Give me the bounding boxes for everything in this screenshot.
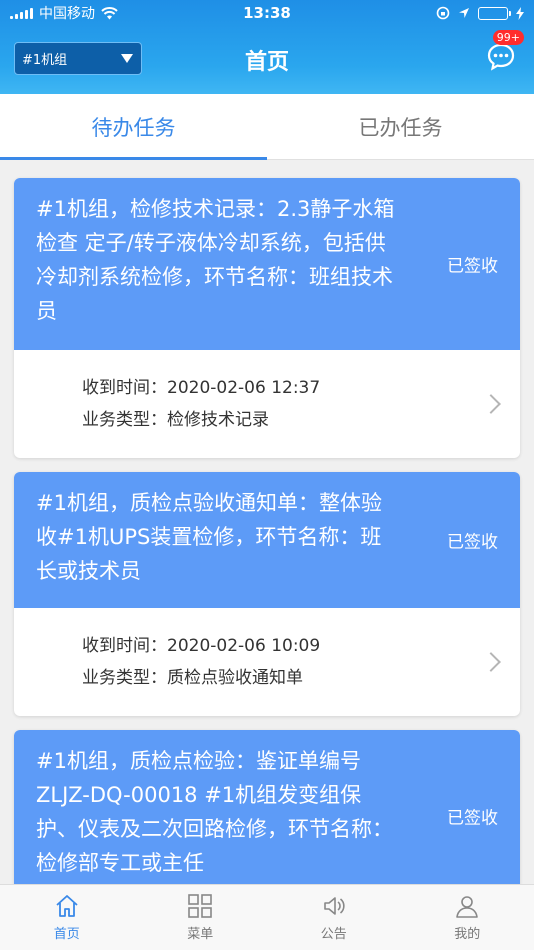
task-card-header: #1机组，质检点检验：鉴证单编号 ZLJZ-DQ-00018 #1机组发变组保护… [14, 730, 520, 884]
message-badge: 99+ [492, 30, 524, 45]
task-card-body: 收到时间：2020-02-06 12:37 业务类型：检修技术记录 [14, 350, 520, 458]
header: #1机组 首页 99+ [0, 26, 534, 94]
business-type-label: 业务类型： [82, 668, 167, 688]
bottom-tab-bar: 首页 菜单 公告 我的 [0, 884, 534, 950]
task-card-body: 收到时间：2020-02-06 10:09 业务类型：质检点验收通知单 [14, 608, 520, 716]
status-bar: 中国移动 13:38 [0, 0, 534, 26]
tabbar-announcement[interactable]: 公告 [267, 885, 401, 950]
task-card[interactable]: #1机组，质检点检验：鉴证单编号 ZLJZ-DQ-00018 #1机组发变组保护… [14, 730, 520, 884]
business-type-row: 业务类型：质检点验收通知单 [82, 662, 520, 694]
task-title: #1机组，质检点验收通知单：整体验收#1机UPS装置检修，环节名称：班长或技术员 [36, 491, 382, 583]
signal-icon [10, 7, 33, 19]
user-icon [456, 896, 479, 918]
grid-menu-icon [188, 894, 213, 918]
home-icon [56, 895, 78, 917]
top-bar: 中国移动 13:38 #1机组 首页 99+ [0, 0, 534, 94]
received-time-label: 收到时间： [82, 378, 167, 398]
tabbar-menu[interactable]: 菜单 [134, 885, 268, 950]
task-tabs: 待办任务 已办任务 [0, 94, 534, 160]
task-card[interactable]: #1机组，质检点验收通知单：整体验收#1机UPS装置检修，环节名称：班长或技术员… [14, 472, 520, 716]
task-card-header: #1机组，检修技术记录：2.3静子水箱检查 定子/转子液体冷却系统，包括供冷却剂… [14, 178, 520, 350]
task-title: #1机组，检修技术记录：2.3静子水箱检查 定子/转子液体冷却系统，包括供冷却剂… [36, 197, 395, 323]
battery-icon [478, 6, 511, 20]
task-title: #1机组，质检点检验：鉴证单编号 ZLJZ-DQ-00018 #1机组发变组保护… [36, 749, 393, 875]
task-status: 已签收 [447, 532, 498, 553]
business-type-value: 检修技术记录 [167, 410, 269, 430]
task-status: 已签收 [447, 808, 498, 829]
task-status: 已签收 [447, 256, 498, 277]
task-card[interactable]: #1机组，检修技术记录：2.3静子水箱检查 定子/转子液体冷却系统，包括供冷却剂… [14, 178, 520, 458]
speaker-icon [323, 897, 345, 915]
business-type-label: 业务类型： [82, 410, 167, 430]
tabbar-mine[interactable]: 我的 [401, 885, 534, 950]
task-card-header: #1机组，质检点验收通知单：整体验收#1机UPS装置检修，环节名称：班长或技术员… [14, 472, 520, 608]
message-button[interactable] [486, 42, 516, 72]
tab-completed[interactable]: 已办任务 [267, 94, 534, 159]
received-time-value: 2020-02-06 12:37 [167, 378, 321, 398]
received-time-row: 收到时间：2020-02-06 10:09 [82, 630, 520, 662]
rotation-lock-icon [436, 6, 450, 20]
wifi-icon [101, 6, 118, 19]
carrier-name: 中国移动 [39, 6, 95, 22]
tabbar-label: 首页 [53, 927, 80, 942]
received-time-row: 收到时间：2020-02-06 12:37 [82, 372, 520, 404]
location-icon [459, 8, 469, 18]
tabbar-label: 公告 [320, 927, 347, 942]
received-time-value: 2020-02-06 10:09 [167, 636, 321, 656]
business-type-value: 质检点验收通知单 [167, 668, 303, 688]
tab-pending[interactable]: 待办任务 [0, 94, 267, 160]
tabbar-label: 我的 [454, 927, 481, 942]
charging-icon [516, 6, 524, 20]
tabbar-home[interactable]: 首页 [0, 885, 134, 950]
page-title: 首页 [244, 50, 289, 75]
task-list: #1机组，检修技术记录：2.3静子水箱检查 定子/转子液体冷却系统，包括供冷却剂… [0, 160, 534, 884]
tabbar-label: 菜单 [187, 927, 214, 942]
business-type-row: 业务类型：检修技术记录 [82, 404, 520, 436]
received-time-label: 收到时间： [82, 636, 167, 656]
chat-bubble-icon [487, 43, 515, 71]
